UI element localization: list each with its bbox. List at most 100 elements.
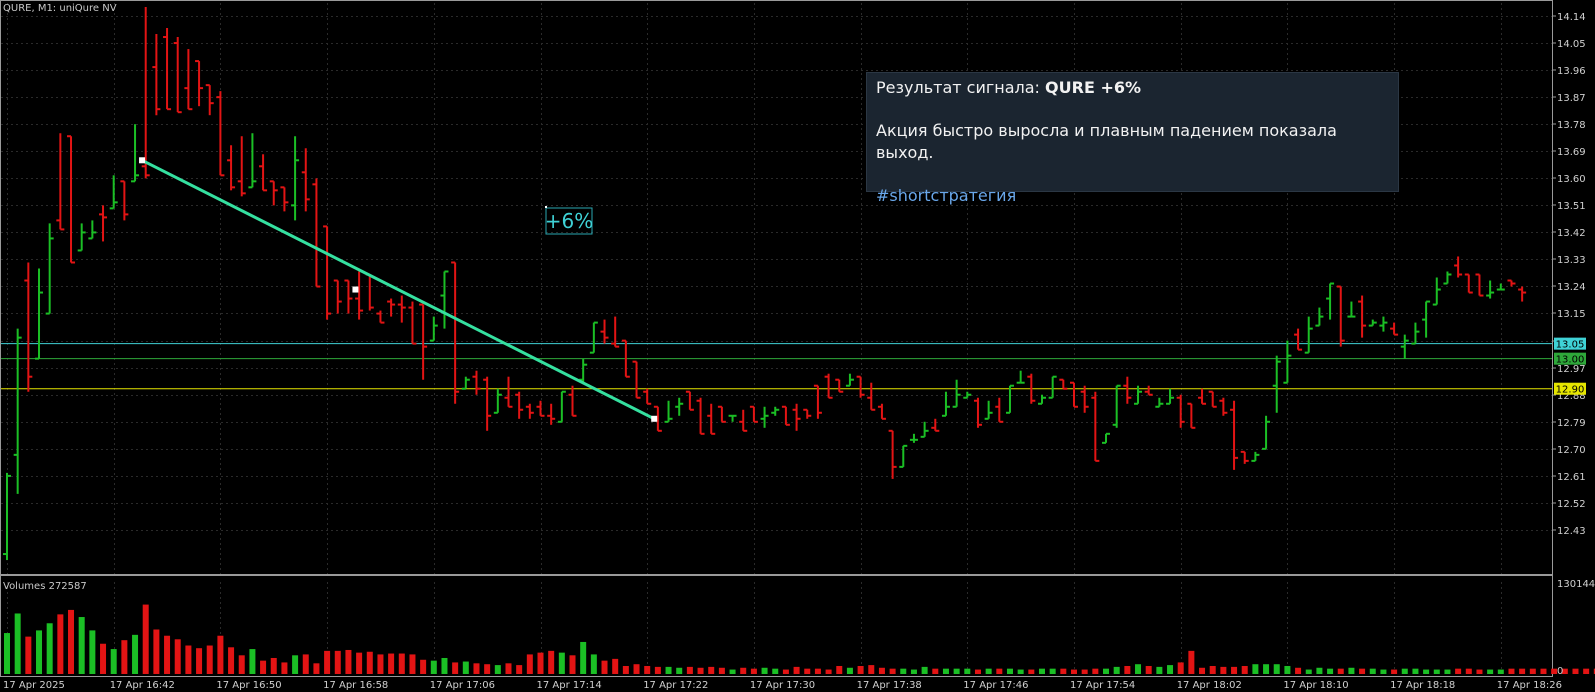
- price-axis-label: 12.70: [1557, 445, 1586, 456]
- volume-bar: [1444, 669, 1451, 674]
- volume-bar: [516, 665, 523, 674]
- volume-bar: [772, 668, 779, 674]
- volume-bar: [1380, 669, 1387, 674]
- volume-bar: [398, 653, 405, 674]
- volume-bar: [804, 668, 811, 674]
- volume-bar: [1337, 668, 1344, 674]
- volume-bar: [1327, 668, 1334, 674]
- chart-symbol-label: QURE, M1: uniQure NV: [3, 3, 117, 14]
- volume-bar: [868, 665, 875, 674]
- volume-bar: [1124, 665, 1131, 674]
- volume-bar: [494, 665, 501, 674]
- caption-description: Акция быстро выросла и плавным падением …: [876, 121, 1337, 162]
- volume-bar: [292, 655, 299, 674]
- price-level-label: 13.00: [1556, 355, 1585, 366]
- volume-bar: [1583, 668, 1590, 674]
- price-axis-label: 14.05: [1557, 39, 1586, 50]
- volume-bar: [910, 669, 917, 674]
- volume-bar: [1401, 668, 1408, 674]
- volume-bar: [1465, 668, 1472, 674]
- time-axis-label: 17 Apr 17:54: [1070, 680, 1135, 691]
- volume-bar: [718, 667, 725, 674]
- volume-bar: [1433, 669, 1440, 674]
- volume-bar: [814, 668, 821, 674]
- price-axis-label: 12.43: [1557, 526, 1586, 537]
- volume-bar: [1103, 668, 1110, 674]
- time-axis-label: 17 Apr 17:06: [430, 680, 495, 691]
- volume-bar: [196, 648, 203, 674]
- volume-bar: [580, 641, 587, 674]
- volume-bar: [612, 658, 619, 674]
- volume-bar: [1295, 667, 1302, 674]
- time-axis-label: 17 Apr 18:18: [1390, 680, 1455, 691]
- price-axis-label: 13.15: [1557, 309, 1586, 320]
- time-axis-label: 17 Apr 16:42: [110, 680, 175, 691]
- volume-bar: [1081, 669, 1088, 674]
- volume-bar: [1391, 669, 1398, 674]
- volume-bar: [1006, 668, 1013, 674]
- volume-bar: [1188, 650, 1195, 674]
- volume-bar: [484, 664, 491, 674]
- caption-hashtag[interactable]: #shortстратегия: [876, 185, 1389, 207]
- volume-bar: [14, 613, 21, 674]
- volume-bar: [1284, 665, 1291, 674]
- volume-bar: [228, 647, 235, 674]
- gain-label-anchor: [545, 206, 547, 208]
- volume-bar: [548, 650, 555, 674]
- volume-bar: [964, 668, 971, 674]
- time-axis-label: 17 Apr 18:02: [1177, 680, 1242, 691]
- volumes-label: Volumes 272587: [3, 581, 87, 592]
- volume-bar: [750, 668, 757, 674]
- volume-bar: [622, 665, 629, 674]
- price-level-label: 12.90: [1556, 385, 1585, 396]
- volume-bar: [25, 636, 32, 674]
- volume-axis-min: 0: [1557, 666, 1563, 677]
- volume-bar: [942, 668, 949, 674]
- volume-bar: [505, 663, 512, 674]
- time-axis-label: 17 Apr 16:50: [216, 680, 281, 691]
- volume-bar: [217, 635, 224, 674]
- volume-bar: [281, 662, 288, 674]
- volume-bar: [462, 661, 469, 674]
- caption-result-line: Результат сигнала: QURE +6%: [876, 77, 1389, 99]
- volume-bar: [36, 630, 43, 674]
- volume-bar: [1455, 668, 1462, 674]
- volume-bar: [654, 666, 661, 674]
- price-axis-label: 13.60: [1557, 174, 1586, 185]
- volume-bar: [1145, 665, 1152, 674]
- price-axis-label: 13.69: [1557, 147, 1586, 158]
- volume-bar: [1423, 669, 1430, 674]
- time-axis-label: 17 Apr 18:10: [1283, 680, 1348, 691]
- volume-bar: [729, 669, 736, 674]
- volume-bar: [1135, 664, 1142, 674]
- volume-bar: [4, 633, 10, 674]
- volume-bar: [1476, 669, 1483, 674]
- price-axis-label: 12.79: [1557, 418, 1586, 429]
- time-axis-label: 17 Apr 17:30: [750, 680, 815, 691]
- price-axis-label: 13.33: [1557, 255, 1586, 266]
- volume-bar: [46, 623, 53, 674]
- price-axis-label: 13.87: [1557, 93, 1586, 104]
- volume-bar: [1071, 669, 1077, 674]
- time-axis-label: 17 Apr 17:14: [537, 680, 602, 691]
- price-axis-label: 13.42: [1557, 228, 1586, 239]
- time-axis-label: 17 Apr 17:46: [963, 680, 1028, 691]
- volume-bar: [100, 643, 107, 674]
- volume-bar: [665, 666, 672, 674]
- volume-bar: [377, 654, 384, 674]
- price-axis-label: 14.14: [1557, 12, 1586, 23]
- volume-bar: [409, 654, 416, 674]
- price-level-label: 13.05: [1556, 340, 1585, 351]
- volume-bar: [1412, 668, 1419, 674]
- volume-bar: [1316, 667, 1323, 674]
- volume-bar: [974, 669, 981, 674]
- signal-result-caption: Результат сигнала: QURE +6% Акция быстро…: [866, 72, 1399, 205]
- volume-bar: [1497, 669, 1504, 674]
- time-axis-label: 17 Apr 17:22: [643, 680, 708, 691]
- volume-bar: [1060, 668, 1067, 674]
- volume-bar: [825, 669, 832, 674]
- volume-bar: [313, 663, 320, 674]
- volume-bar: [238, 655, 245, 674]
- time-axis-label: 17 Apr 17:38: [857, 680, 922, 691]
- volume-bar: [206, 645, 213, 674]
